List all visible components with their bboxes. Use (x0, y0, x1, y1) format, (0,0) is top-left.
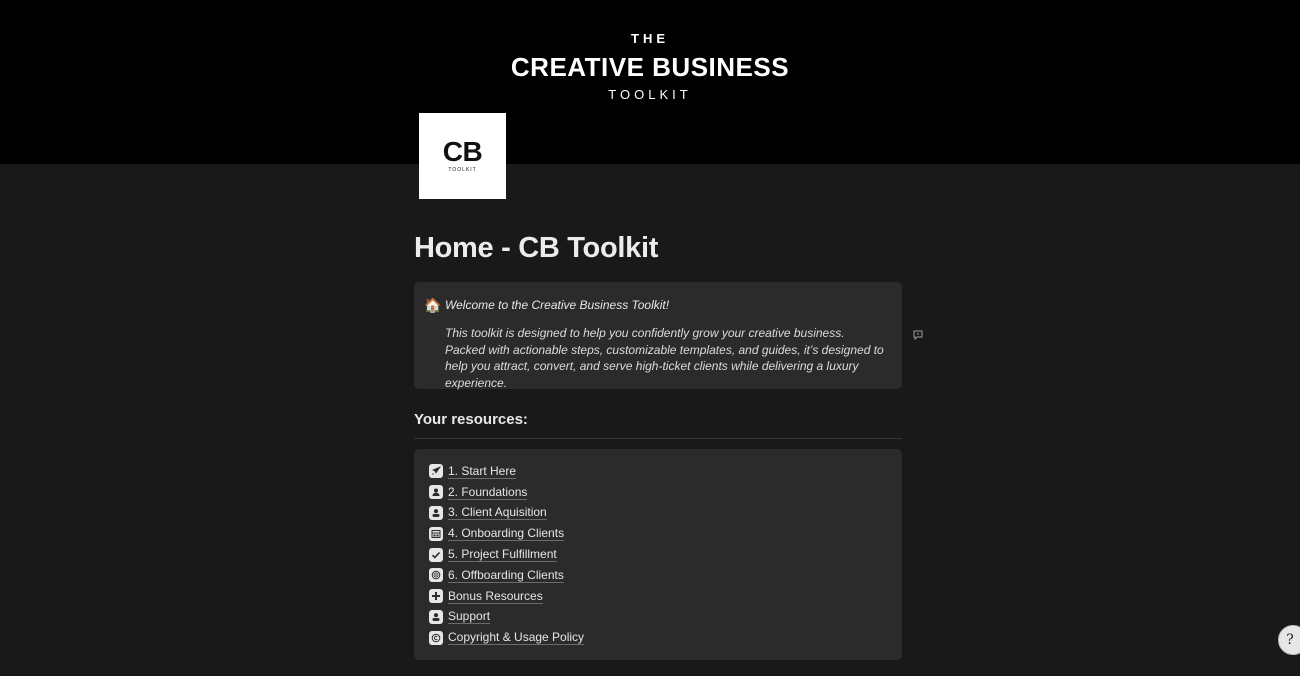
resource-label: 1. Start Here (448, 463, 517, 479)
resource-label: 3. Client Aquisition (448, 505, 547, 521)
window-icon (429, 526, 443, 541)
welcome-callout: 🏠 Welcome to the Creative Business Toolk… (414, 282, 902, 390)
resource-link-onboarding-clients[interactable]: 4. Onboarding Clients (429, 523, 584, 544)
resource-label: 5. Project Fulfillment (448, 547, 557, 563)
checkmark-icon (429, 547, 443, 562)
cover-line-main: CREATIVE BUSINESS (510, 52, 790, 82)
user-icon (429, 505, 443, 520)
resources-list-box: 1. Start Here 2. Foundations 3. Client A… (414, 449, 902, 660)
copyright-icon (429, 630, 443, 645)
resource-link-start-here[interactable]: 1. Start Here (429, 461, 584, 482)
globe-icon (429, 568, 443, 583)
page: THE CREATIVE BUSINESS TOOLKIT CB TOOLKIT… (0, 0, 1300, 676)
resource-link-support[interactable]: Support (429, 607, 584, 628)
resource-link-copyright-policy[interactable]: Copyright & Usage Policy (429, 627, 585, 648)
resource-link-client-aquisition[interactable]: 3. Client Aquisition (429, 503, 584, 524)
resources-list: 1. Start Here 2. Foundations 3. Client A… (429, 461, 585, 648)
page-title[interactable]: Home - CB Toolkit (414, 232, 658, 265)
resource-label: 6. Offboarding Clients (448, 567, 564, 583)
resource-label: Copyright & Usage Policy (448, 630, 585, 646)
user-icon (429, 609, 443, 624)
logo-sub-text: TOOLKIT (448, 167, 477, 173)
divider (414, 438, 902, 439)
plus-icon (429, 589, 443, 604)
cover-line-sub: TOOLKIT (608, 87, 692, 102)
resource-label: Support (448, 609, 491, 625)
resource-label: Bonus Resources (448, 588, 543, 604)
resource-link-foundations[interactable]: 2. Foundations (429, 482, 584, 503)
resource-link-bonus-resources[interactable]: Bonus Resources (429, 586, 584, 607)
page-icon-logo[interactable]: CB TOOLKIT (419, 113, 506, 199)
comment-icon[interactable] (913, 327, 923, 341)
resource-link-offboarding-clients[interactable]: 6. Offboarding Clients (429, 565, 584, 586)
person-icon (429, 485, 443, 500)
resource-label: 4. Onboarding Clients (448, 526, 565, 542)
rocket-icon (429, 464, 443, 479)
callout-body: This toolkit is designed to help you con… (445, 326, 884, 390)
help-button[interactable]: ? (1278, 625, 1300, 655)
resources-heading: Your resources: (414, 411, 528, 428)
house-icon[interactable]: 🏠 (424, 297, 441, 314)
callout-heading: Welcome to the Creative Business Toolkit… (445, 298, 670, 312)
logo-main-text: CB (442, 136, 483, 167)
help-icon: ? (1286, 632, 1294, 648)
cover-line-the: THE (631, 31, 669, 46)
resource-label: 2. Foundations (448, 484, 528, 500)
cover-banner: THE CREATIVE BUSINESS TOOLKIT (0, 0, 1300, 164)
resource-link-project-fulfillment[interactable]: 5. Project Fulfillment (429, 544, 584, 565)
